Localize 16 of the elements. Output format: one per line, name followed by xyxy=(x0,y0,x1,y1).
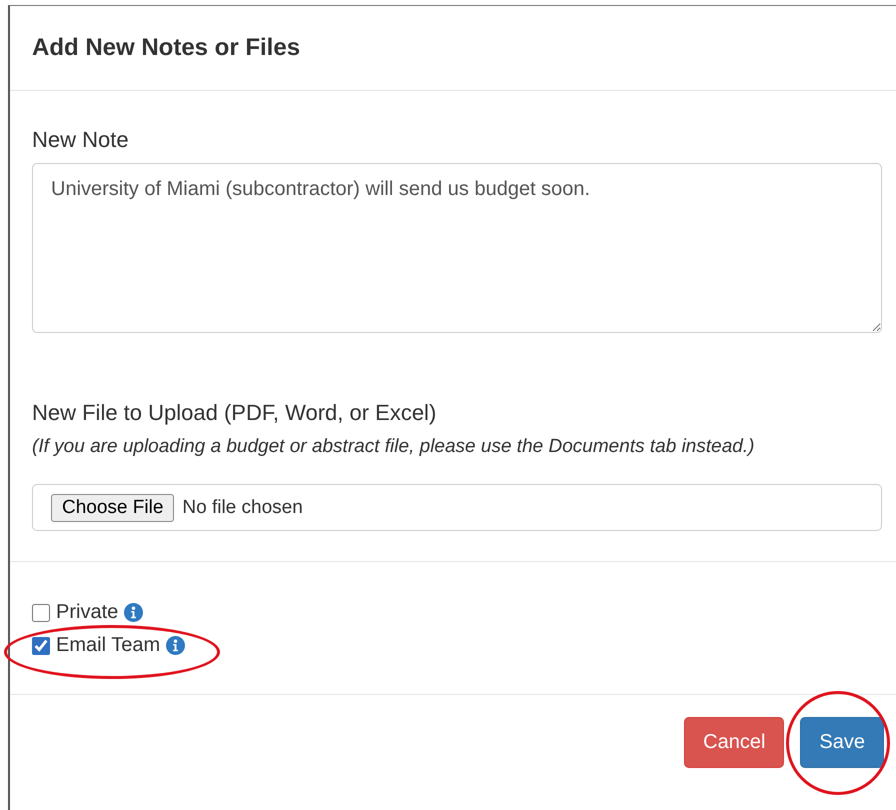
file-status: No file chosen xyxy=(182,496,303,518)
file-hint: (If you are uploading a budget or abstract file, please use the Documents tab instead.) xyxy=(32,436,756,458)
file-field[interactable]: Choose File No file chosen xyxy=(32,484,882,531)
note-label: New Note xyxy=(32,127,130,153)
note-field[interactable]: University of Miami (subcontractor) will send us budget soon. xyxy=(32,163,882,333)
save-button[interactable]: Save xyxy=(800,717,884,768)
checkbox[interactable] xyxy=(32,636,50,654)
choose-file-button[interactable]: Choose File xyxy=(51,494,174,522)
info-icon[interactable] xyxy=(166,636,186,655)
cancel-button[interactable]: Cancel xyxy=(684,717,784,768)
dialog-title: Add New Notes or Files xyxy=(32,34,300,62)
checkbox-label: Email Team xyxy=(56,634,160,657)
file-label: New File to Upload (PDF, Word, or Excel) xyxy=(32,400,438,426)
info-icon[interactable] xyxy=(124,603,144,622)
checkbox-label: Private xyxy=(56,601,118,624)
checkbox[interactable] xyxy=(32,604,50,622)
